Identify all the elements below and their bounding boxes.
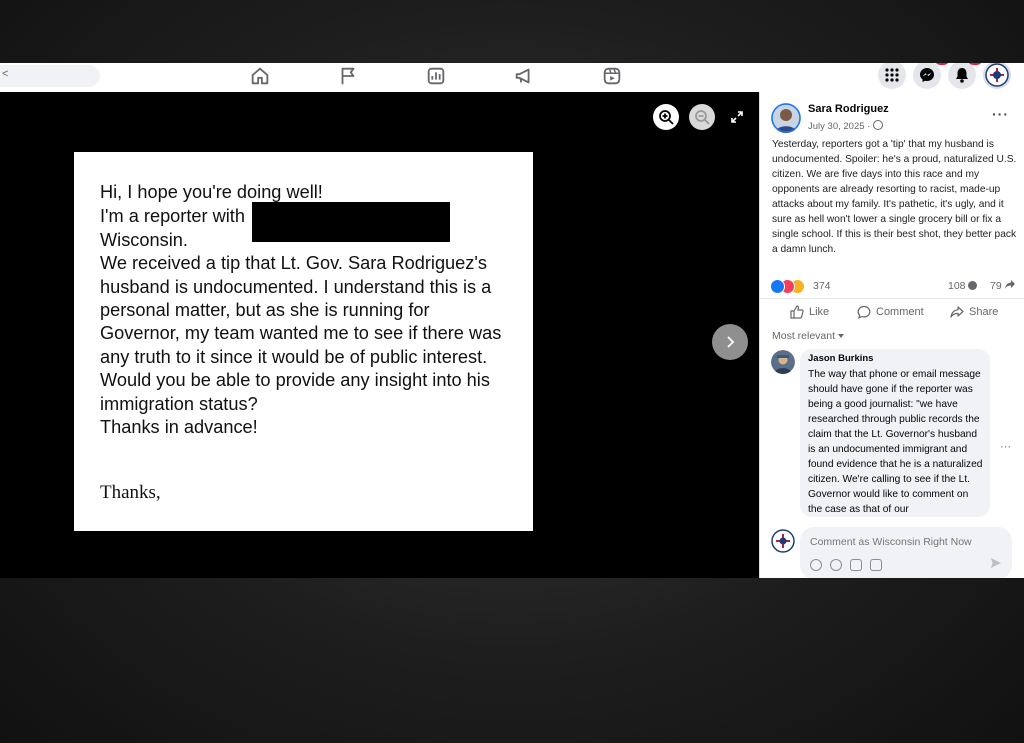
note-line: Hi, I hope you're doing well! bbox=[100, 182, 323, 202]
reaction-count: 374 bbox=[813, 280, 831, 292]
home-icon[interactable] bbox=[249, 65, 271, 87]
post-more-options-button[interactable]: ··· bbox=[992, 106, 1009, 122]
comment-count-value: 108 bbox=[948, 280, 966, 292]
screenshot-root: { "nav": { "search_stub_char": "<", "ico… bbox=[0, 0, 1024, 743]
comment-composer bbox=[800, 527, 1012, 578]
note-line: personal matter, but as she is running f… bbox=[100, 300, 430, 320]
note-line: We received a tip that Lt. Gov. Sara Rod… bbox=[100, 253, 487, 273]
post-date-text: July 30, 2025 · bbox=[808, 121, 873, 132]
comment-input[interactable] bbox=[808, 535, 1002, 549]
comment-author-name[interactable]: Jason Burkins bbox=[808, 353, 873, 364]
comment-count[interactable]: 108 bbox=[948, 280, 978, 292]
note-line: Would you be able to provide any insight… bbox=[100, 370, 490, 390]
comment-button[interactable]: Comment bbox=[857, 305, 924, 319]
photo-viewer: Hi, I hope you're doing well! I'm a repo… bbox=[0, 92, 759, 578]
profile-avatar[interactable] bbox=[983, 63, 1011, 89]
thumbs-up-icon bbox=[790, 305, 804, 319]
gif-icon[interactable] bbox=[850, 559, 862, 571]
post-date[interactable]: July 30, 2025 · bbox=[808, 120, 883, 132]
comment-text: The way that phone or email message shou… bbox=[808, 369, 983, 515]
note-line: Thanks in advance! bbox=[100, 417, 258, 437]
like-button[interactable]: Like bbox=[790, 305, 829, 319]
top-navigation-bar: < bbox=[0, 63, 1024, 92]
next-photo-button[interactable] bbox=[712, 324, 748, 360]
reels-icon[interactable] bbox=[601, 65, 623, 87]
comment-label: Comment bbox=[876, 306, 924, 318]
sort-label: Most relevant bbox=[772, 330, 836, 342]
note-signoff: Thanks, bbox=[100, 482, 161, 503]
like-reaction-icon bbox=[770, 279, 785, 294]
zoom-in-icon[interactable] bbox=[653, 104, 679, 130]
share-count[interactable]: 79 bbox=[990, 280, 1015, 292]
email-screenshot: Hi, I hope you're doing well! I'm a repo… bbox=[74, 152, 533, 531]
expand-icon[interactable] bbox=[729, 109, 745, 125]
chevron-right-icon bbox=[727, 336, 735, 348]
share-count-value: 79 bbox=[990, 280, 1002, 292]
analytics-icon[interactable] bbox=[425, 65, 447, 87]
messenger-icon[interactable] bbox=[913, 63, 941, 89]
menu-grid-icon[interactable] bbox=[878, 63, 906, 89]
globe-icon bbox=[872, 120, 883, 130]
note-line: I'm a reporter with bbox=[100, 206, 245, 226]
facebook-window: < Hi, I hope you're doing well! I'm a re… bbox=[0, 63, 1024, 578]
composer-avatar bbox=[771, 529, 795, 553]
caret-down-icon bbox=[837, 334, 844, 338]
comment-bubble-icon bbox=[968, 281, 978, 290]
post-author-name[interactable]: Sara Rodriguez bbox=[808, 103, 889, 115]
share-label: Share bbox=[969, 306, 999, 318]
search-stub-char: < bbox=[2, 68, 9, 80]
post-text: Yesterday, reporters got a 'tip' that my… bbox=[772, 139, 1017, 255]
search-input[interactable]: < bbox=[0, 65, 100, 87]
share-arrow-icon bbox=[1004, 280, 1015, 289]
send-icon[interactable] bbox=[990, 557, 1002, 569]
avatar-sticker-icon[interactable] bbox=[810, 559, 822, 571]
author-avatar[interactable] bbox=[771, 103, 801, 133]
comment-bubble: Jason Burkins The way that phone or emai… bbox=[800, 349, 990, 517]
comment-sort-dropdown[interactable]: Most relevant bbox=[772, 330, 844, 342]
note-line: Governor, my team wanted me to see if th… bbox=[100, 323, 502, 343]
note-line: any truth to it since it would be of pub… bbox=[100, 347, 488, 367]
note-line: Wisconsin. bbox=[100, 230, 188, 250]
note-line: husband is undocumented. I understand th… bbox=[100, 277, 492, 297]
post-side-panel: Sara Rodriguez July 30, 2025 · ··· Yeste… bbox=[759, 92, 1024, 578]
comment-icon bbox=[857, 305, 871, 319]
post-action-bar: Like Comment Share bbox=[760, 298, 1024, 325]
zoom-out-icon[interactable] bbox=[689, 104, 715, 130]
bell-icon[interactable] bbox=[948, 63, 976, 89]
note-line: immigration status? bbox=[100, 394, 258, 414]
emoji-icon[interactable] bbox=[830, 559, 842, 571]
redaction-bar bbox=[252, 202, 450, 242]
commenter-avatar[interactable] bbox=[771, 350, 795, 374]
flag-icon[interactable] bbox=[337, 65, 359, 87]
megaphone-icon[interactable] bbox=[513, 65, 535, 87]
comment-more-options-button[interactable]: ··· bbox=[1000, 441, 1011, 453]
share-button[interactable]: Share bbox=[950, 305, 998, 319]
share-icon bbox=[950, 306, 964, 318]
sticker-icon[interactable] bbox=[870, 559, 882, 571]
like-label: Like bbox=[809, 306, 830, 318]
